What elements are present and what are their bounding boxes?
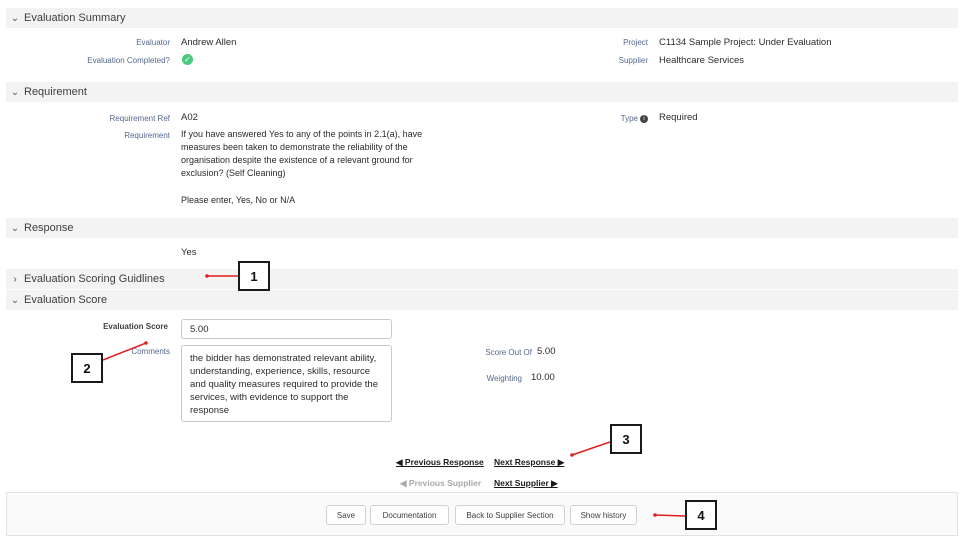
show-history-button[interactable]: Show history xyxy=(570,505,637,525)
section-header-scoring-guidelines[interactable]: › Evaluation Scoring Guidlines xyxy=(6,269,958,289)
chevron-down-icon: ⌄ xyxy=(10,12,20,24)
back-to-supplier-section-button[interactable]: Back to Supplier Section xyxy=(455,505,565,525)
info-icon[interactable]: i xyxy=(640,114,648,123)
chevron-down-icon: ⌄ xyxy=(10,86,20,98)
evaluator-label: Evaluator xyxy=(136,38,170,47)
evaluator-value: Andrew Allen xyxy=(181,37,237,48)
requirement-note: Please enter, Yes, No or N/A xyxy=(181,195,296,205)
chevron-right-icon: › xyxy=(13,273,17,285)
response-value: Yes xyxy=(181,247,197,258)
next-supplier-link[interactable]: Next Supplier ▶ xyxy=(494,478,558,489)
next-response-link[interactable]: Next Response ▶ xyxy=(494,457,564,468)
chevron-down-icon: ⌄ xyxy=(10,222,20,234)
documentation-button[interactable]: Documentation xyxy=(370,505,449,525)
section-title: Requirement xyxy=(24,86,87,98)
score-out-of-value: 5.00 xyxy=(537,346,556,357)
callout-line-3 xyxy=(571,441,611,456)
type-label: Type i xyxy=(560,114,648,123)
section-title: Evaluation Scoring Guidlines xyxy=(24,273,165,285)
section-header-evaluation-summary[interactable]: ⌄ Evaluation Summary xyxy=(6,8,958,28)
section-header-response[interactable]: ⌄ Response xyxy=(6,218,958,238)
section-header-evaluation-score[interactable]: ⌄ Evaluation Score xyxy=(6,290,958,310)
requirement-ref-label: Requirement Ref xyxy=(109,114,170,123)
callout-dot-2 xyxy=(144,341,148,345)
callout-4: 4 xyxy=(685,500,717,530)
weighting-value: 10.00 xyxy=(531,372,555,383)
section-header-requirement[interactable]: ⌄ Requirement xyxy=(6,82,958,102)
score-out-of-label: Score Out Of xyxy=(485,348,532,357)
section-title: Evaluation Summary xyxy=(24,12,126,24)
callout-1: 1 xyxy=(238,261,270,291)
comments-textarea[interactable]: the bidder has demonstrated relevant abi… xyxy=(181,345,392,422)
requirement-label: Requirement xyxy=(124,131,170,140)
project-label: Project xyxy=(623,38,648,47)
previous-response-link[interactable]: ◀ Previous Response xyxy=(396,457,484,468)
supplier-label: Supplier xyxy=(618,56,648,65)
section-title: Response xyxy=(24,222,74,234)
callout-dot-3 xyxy=(570,453,574,457)
supplier-value: Healthcare Services xyxy=(659,55,745,66)
callout-3: 3 xyxy=(610,424,642,454)
check-circle-icon: ✓ xyxy=(182,54,193,65)
requirement-text: If you have answered Yes to any of the p… xyxy=(181,129,423,178)
evaluation-completed-label: Evaluation Completed? xyxy=(87,56,170,65)
weighting-label: Weighting xyxy=(486,374,522,383)
evaluation-score-input[interactable] xyxy=(181,319,392,339)
previous-supplier-link: ◀ Previous Supplier xyxy=(400,478,482,488)
project-value: C1134 Sample Project: Under Evaluation xyxy=(659,37,832,48)
chevron-down-icon: ⌄ xyxy=(10,294,20,306)
evaluation-score-label: Evaluation Score xyxy=(103,322,168,331)
section-title: Evaluation Score xyxy=(24,294,108,306)
requirement-ref-value: A02 xyxy=(181,112,198,123)
type-label-text: Type xyxy=(620,114,638,123)
callout-2: 2 xyxy=(71,353,103,383)
save-button[interactable]: Save xyxy=(326,505,366,525)
type-value: Required xyxy=(659,112,698,123)
